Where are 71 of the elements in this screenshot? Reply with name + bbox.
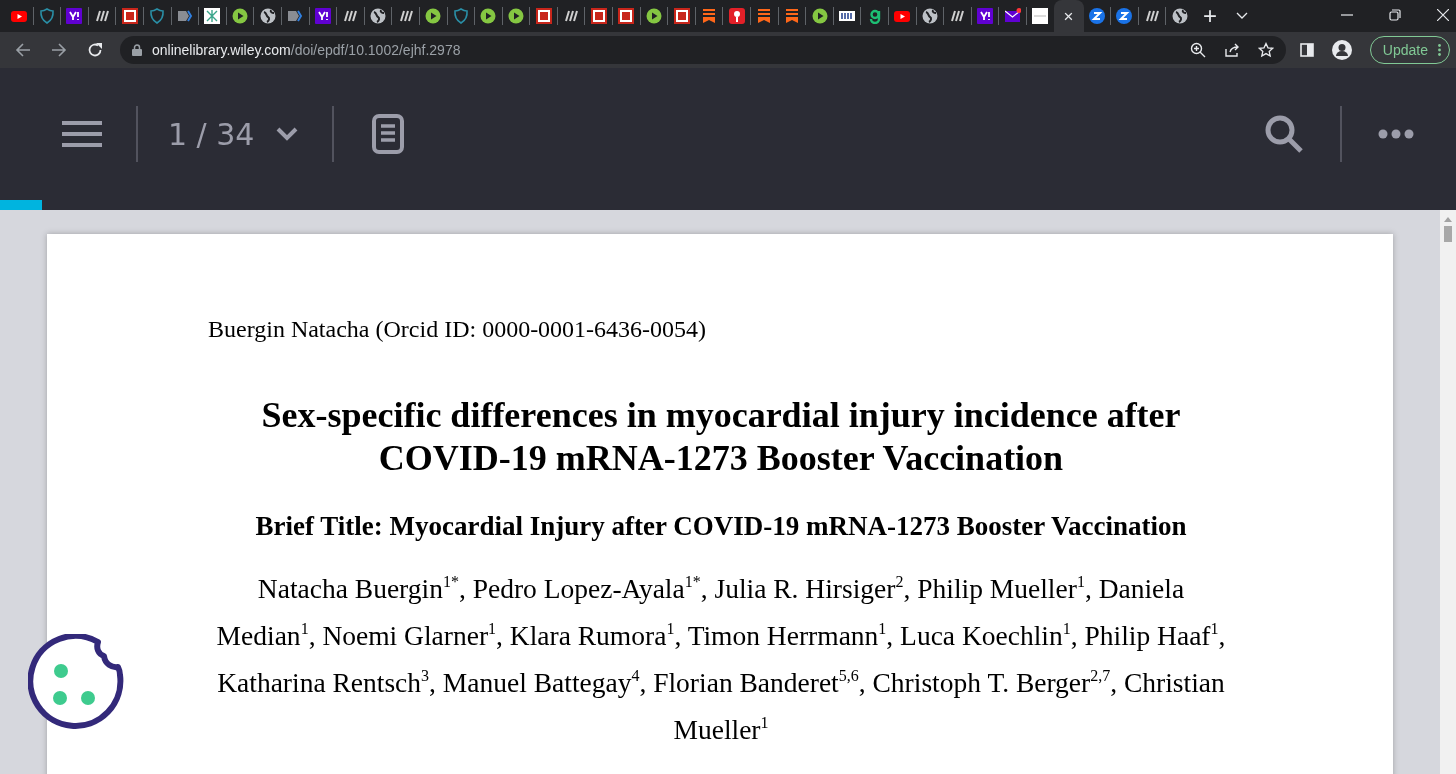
star-icon[interactable]	[1257, 42, 1274, 58]
tag-icon	[176, 8, 193, 24]
framed-square-icon	[121, 8, 138, 24]
play-icon	[894, 8, 911, 24]
globe-icon	[1171, 8, 1188, 24]
scrollbar-thumb[interactable]	[1444, 226, 1452, 242]
pin-icon	[728, 8, 745, 24]
play-icon	[425, 8, 442, 24]
square-logo-icon	[66, 8, 83, 24]
orcid-line: Buergin Natacha (Orcid ID: 0000-0001-6436-0054)	[208, 316, 708, 343]
globe-icon	[921, 8, 938, 24]
more-icon[interactable]	[1378, 129, 1414, 139]
search-icon[interactable]	[1264, 114, 1304, 154]
bookmark-icon	[701, 8, 718, 24]
address-field[interactable]: onlinelibrary.wiley.com/doi/epdf/10.1002/ejhf.2978	[120, 36, 1286, 64]
play-icon	[811, 8, 828, 24]
reload-icon[interactable]	[87, 42, 103, 58]
share-icon[interactable]	[1223, 42, 1240, 58]
square-logo-icon	[977, 8, 994, 24]
globe-icon	[259, 8, 276, 24]
slash-logo-icon	[397, 8, 414, 24]
scrollbar[interactable]	[1440, 210, 1456, 774]
slash-logo-icon	[1144, 8, 1161, 24]
shield-icon	[452, 8, 469, 24]
lock-icon	[132, 44, 142, 56]
side-panel-icon[interactable]	[1299, 43, 1314, 57]
cookie-icon[interactable]	[28, 634, 124, 730]
play-icon	[645, 8, 662, 24]
page-selector[interactable]: 1 / 34	[168, 116, 299, 152]
restore-icon[interactable]	[1388, 9, 1401, 21]
close-tab-button[interactable]: ×	[1063, 7, 1074, 25]
new-tab-button[interactable]: +	[1202, 4, 1217, 28]
shield-icon	[149, 8, 166, 24]
brief-title: Brief Title: Myocardial Injury after COVID-19 mRNA-1273 Booster Vaccination	[254, 511, 1188, 541]
shield-icon	[38, 8, 55, 24]
banner-icon	[839, 8, 856, 24]
globe-icon	[370, 8, 386, 24]
square-logo-icon	[314, 8, 331, 24]
envelope-icon	[1004, 8, 1021, 24]
browser-tab[interactable]: ×	[1053, 0, 1084, 32]
author-list: Natacha Buergin$^{1*}$, Pedro Lopez-Ayala$^{1*}$, Julia R. Hirsiger$^{2}$, Philip Mueller$^{1}$, Daniela Median$^{1}$, Noemi Glarner$^{1}$, Klara Rumora$^{1}$, Timon Herrmann$^{1}$, Luca Koechlin$^{1}$, Philip Haaf$^{1}$, Katharina Rentsch$^{3}$, Manuel Battegay$^{4}$, Florian Banderet$^{5,6}$, Christoph T. Berger$^{2,7}$, Christian Mueller$^{1}$	[216, 565, 1226, 753]
round-logo-icon	[1116, 8, 1133, 24]
round-logo-icon	[1088, 8, 1105, 24]
document-icon[interactable]	[372, 114, 405, 154]
close-icon[interactable]	[1436, 9, 1449, 21]
profile-icon[interactable]	[1331, 40, 1352, 60]
tag-icon	[287, 8, 304, 24]
slash-logo-icon	[949, 8, 966, 24]
play-icon	[232, 8, 249, 24]
play-icon	[508, 8, 524, 24]
chevron-down-icon	[276, 127, 299, 141]
framed-square-icon	[618, 8, 635, 24]
bookmark-icon	[783, 8, 800, 24]
zoom-icon[interactable]	[1189, 42, 1206, 58]
menu-icon[interactable]	[62, 121, 102, 147]
forward-arrow-icon[interactable]	[51, 42, 67, 58]
framed-square-icon	[673, 8, 690, 24]
bookmark-icon	[756, 8, 773, 24]
slash-logo-icon	[94, 8, 111, 24]
slash-logo-icon	[342, 8, 359, 24]
slash-logo-icon	[563, 8, 580, 24]
article-title: Sex-specific differences in myocardial injury incidence after COVID-19 mRNA-1273 Booster Vaccination	[260, 394, 1182, 480]
play-icon	[480, 8, 497, 24]
framed-square-icon	[590, 8, 607, 24]
framed-square-icon	[535, 8, 552, 24]
url-text: onlinelibrary.wiley.com/doi/epdf/10.1002/ejhf.2978	[152, 42, 461, 58]
page-icon	[1032, 8, 1049, 24]
more-vertical-icon	[1438, 44, 1441, 56]
grid-icon	[204, 8, 221, 24]
play-icon	[11, 8, 28, 24]
back-arrow-icon[interactable]	[15, 42, 31, 58]
